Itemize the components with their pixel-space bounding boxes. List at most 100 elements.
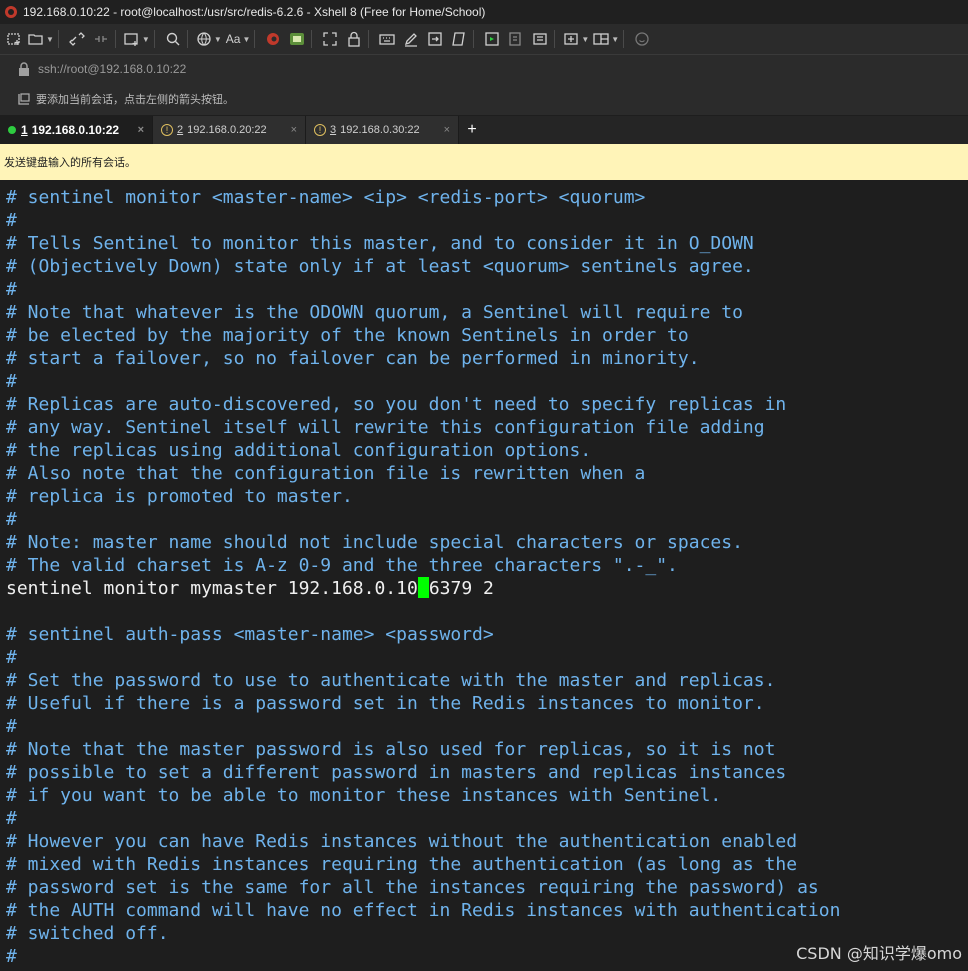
terminal-line: # password set is the same for all the i… bbox=[6, 876, 819, 899]
compose-icon[interactable] bbox=[401, 28, 421, 50]
terminal-line: # bbox=[6, 715, 17, 738]
terminal-line-text: # bbox=[6, 946, 17, 967]
terminal-line: # the replicas using additional configur… bbox=[6, 439, 591, 462]
xftp-icon[interactable] bbox=[287, 28, 307, 50]
toolbar-divider bbox=[311, 30, 313, 48]
terminal-line-text: # if you want to be able to monitor thes… bbox=[6, 785, 722, 806]
close-icon[interactable]: × bbox=[291, 124, 297, 136]
config-line: sentinel monitor mymaster 192.168.0.10 63… bbox=[6, 577, 494, 600]
tab-label: 192.168.0.30:22 bbox=[340, 124, 420, 136]
toolbar-divider bbox=[623, 30, 625, 48]
add-pane-icon[interactable]: ▼ bbox=[563, 28, 589, 50]
terminal-line: # bbox=[6, 209, 17, 232]
terminal-line-text: # The valid charset is A-z 0-9 and the t… bbox=[6, 555, 678, 576]
tab-session-3[interactable]: ! 3 192.168.0.30:22 × bbox=[306, 116, 459, 144]
connected-status-icon bbox=[8, 126, 16, 134]
toolbar-divider bbox=[186, 30, 188, 48]
terminal-line: # bbox=[6, 646, 17, 669]
terminal-line-text: # be elected by the majority of the know… bbox=[6, 325, 689, 346]
session-hint-text: 要添加当前会话，点击左侧的箭头按钮。 bbox=[36, 94, 234, 106]
close-icon[interactable]: × bbox=[444, 124, 450, 136]
terminal-line: # bbox=[6, 370, 17, 393]
terminal-line: # Useful if there is a password set in t… bbox=[6, 692, 765, 715]
close-icon[interactable]: × bbox=[138, 124, 144, 136]
terminal-line: # bbox=[6, 807, 17, 830]
terminal-line: # Note: master name should not include s… bbox=[6, 531, 743, 554]
script-icon[interactable] bbox=[449, 28, 469, 50]
session-tabs: 1 192.168.0.10:22 × ! 2 192.168.0.20:22 … bbox=[0, 116, 968, 144]
terminal-line-text: # bbox=[6, 647, 17, 668]
terminal-line-text: # bbox=[6, 279, 17, 300]
terminal-line: # However you can have Redis instances w… bbox=[6, 830, 797, 853]
terminal-line-text: # Useful if there is a password set in t… bbox=[6, 693, 765, 714]
lock-icon[interactable] bbox=[344, 28, 364, 50]
transfer-icon[interactable] bbox=[425, 28, 445, 50]
toolbar-divider bbox=[57, 30, 59, 48]
search-icon[interactable] bbox=[163, 28, 183, 50]
help-icon[interactable] bbox=[632, 28, 652, 50]
new-session-icon[interactable] bbox=[4, 28, 24, 50]
terminal-line-text: # password set is the same for all the i… bbox=[6, 877, 819, 898]
toolbar-divider bbox=[254, 30, 256, 48]
open-folder-icon[interactable]: ▼ bbox=[28, 28, 54, 50]
padlock-icon bbox=[19, 62, 29, 76]
terminal-line-text: # mixed with Redis instances requiring t… bbox=[6, 854, 798, 875]
tab-label: 192.168.0.20:22 bbox=[187, 124, 267, 136]
window-title: 192.168.0.10:22 - root@localhost:/usr/sr… bbox=[23, 5, 486, 19]
terminal-line: # Set the password to use to authenticat… bbox=[6, 669, 775, 692]
terminal-line: # sentinel monitor <master-name> <ip> <r… bbox=[6, 186, 645, 209]
font-icon[interactable]: Aa ▼ bbox=[226, 28, 251, 50]
new-window-icon[interactable]: ▼ bbox=[124, 28, 150, 50]
terminal-line: # (Objectively Down) state only if at le… bbox=[6, 255, 754, 278]
toolbar-divider bbox=[153, 30, 155, 48]
session-bar-icon[interactable] bbox=[16, 91, 32, 107]
address-field[interactable]: ssh://root@192.168.0.10:22 bbox=[38, 62, 186, 76]
terminal-line-text: # possible to set a different password i… bbox=[6, 762, 787, 783]
disconnect-icon[interactable] bbox=[91, 28, 111, 50]
terminal-line-text: # Note: master name should not include s… bbox=[6, 532, 743, 553]
terminal-line-text: # the AUTH command will have no effect i… bbox=[6, 900, 841, 921]
tab-session-1[interactable]: 1 192.168.0.10:22 × bbox=[0, 116, 153, 144]
terminal-line: # Tells Sentinel to monitor this master,… bbox=[6, 232, 754, 255]
log-icon[interactable] bbox=[506, 28, 526, 50]
terminal-line-text: # Replicas are auto-discovered, so you d… bbox=[6, 394, 787, 415]
terminal-line: # bbox=[6, 945, 17, 968]
xshell-logo-icon[interactable] bbox=[263, 28, 283, 50]
toolbar-divider bbox=[473, 30, 475, 48]
terminal-line: # sentinel auth-pass <master-name> <pass… bbox=[6, 623, 494, 646]
terminal-output[interactable]: # sentinel monitor <master-name> <ip> <r… bbox=[0, 180, 968, 971]
terminal-line: # any way. Sentinel itself will rewrite … bbox=[6, 416, 765, 439]
toolbar-divider bbox=[368, 30, 370, 48]
terminal-line: # Note that whatever is the ODOWN quorum… bbox=[6, 301, 743, 324]
broadcast-banner-text: 发送键盘输入的所有会话。 bbox=[4, 157, 136, 169]
tab-number: 3 bbox=[330, 124, 337, 136]
terminal-line-text: # replica is promoted to master. bbox=[6, 486, 353, 507]
terminal-line-text: # bbox=[6, 210, 17, 231]
session-hint-bar: 要添加当前会话，点击左侧的箭头按钮。 bbox=[0, 83, 968, 115]
terminal-line-text: # the replicas using additional configur… bbox=[6, 440, 592, 461]
toolbar-divider bbox=[554, 30, 556, 48]
tab-session-2[interactable]: ! 2 192.168.0.20:22 × bbox=[153, 116, 306, 144]
layout-icon[interactable]: ▼ bbox=[593, 28, 619, 50]
toolbar: ▼ ▼ ▼ Aa ▼ ▼ ▼ bbox=[0, 24, 968, 54]
globe-icon[interactable]: ▼ bbox=[196, 28, 222, 50]
terminal-line: # bbox=[6, 278, 17, 301]
tab-label: 192.168.0.10:22 bbox=[31, 123, 120, 137]
compose-bar-icon[interactable] bbox=[482, 28, 502, 50]
xshell-app-icon bbox=[5, 6, 17, 18]
watermark: CSDN @知识学爆omo bbox=[796, 944, 962, 963]
tab-number: 1 bbox=[21, 123, 28, 137]
terminal-line: # start a failover, so no failover can b… bbox=[6, 347, 700, 370]
terminal-line: # mixed with Redis instances requiring t… bbox=[6, 853, 797, 876]
add-tab-button[interactable]: + bbox=[459, 116, 485, 144]
terminal-line: # switched off. bbox=[6, 922, 169, 945]
terminal-line-text: # bbox=[6, 716, 17, 737]
reconnect-icon[interactable] bbox=[67, 28, 87, 50]
terminal-line-text: # Note that whatever is the ODOWN quorum… bbox=[6, 302, 743, 323]
terminal-line-text: # any way. Sentinel itself will rewrite … bbox=[6, 417, 765, 438]
keyboard-icon[interactable] bbox=[377, 28, 397, 50]
fullscreen-icon[interactable] bbox=[320, 28, 340, 50]
highlight-icon[interactable] bbox=[530, 28, 550, 50]
terminal-line-text: # (Objectively Down) state only if at le… bbox=[6, 256, 754, 277]
terminal-line: # bbox=[6, 508, 17, 531]
